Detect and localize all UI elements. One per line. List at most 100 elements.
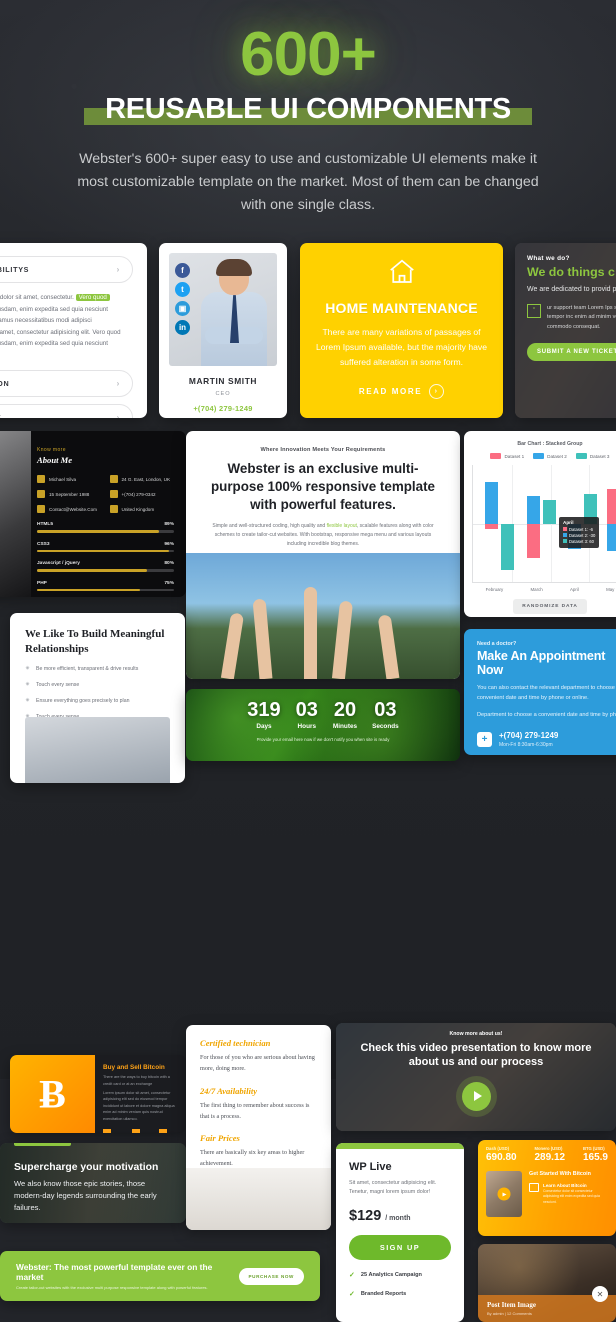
accordion-item-value[interactable]: 03 VALUE › [0, 403, 133, 419]
post-title: Post Item Image [487, 1301, 536, 1310]
adventure-text: We also know those epic stories, those m… [14, 1179, 157, 1212]
skill-value: 96% [164, 541, 174, 547]
about-info-text: Contact@Website.Com [49, 506, 97, 512]
pricing-card: WP Live Sit amet, consectetur adipisicin… [336, 1143, 464, 1322]
countdown-value: 03 [374, 699, 397, 722]
legend-item: Dataset 1 [490, 453, 524, 460]
team-member-card: f t ▣ in MARTIN SMITH CEO +(704) 279-124… [159, 243, 287, 419]
accordion-item-mission[interactable]: 02 MISSION › [0, 369, 133, 397]
instagram-icon[interactable]: ▣ [175, 301, 190, 317]
pricing-plan-name: WP Live [349, 1161, 392, 1174]
crypto-video-thumb[interactable] [486, 1171, 523, 1218]
countdown-unit: 03 Seconds [372, 700, 399, 730]
close-icon[interactable]: ✕ [592, 1286, 608, 1303]
twitter-icon[interactable]: t [175, 282, 190, 298]
support-small-text: ur support team Lorem Ips sed do eiusmod… [547, 304, 616, 330]
appointment-phone[interactable]: +(704) 279-1249 [499, 731, 558, 740]
feature-title: 24/7 Availability [200, 1085, 258, 1096]
linkedin-icon[interactable]: in [175, 320, 190, 336]
countdown-unit: 20 Minutes [333, 700, 357, 730]
accordion-label: 03 VALUE [0, 413, 1, 418]
page-title: REUSABLE UI COMPONENTS [105, 93, 511, 126]
pricing-feature: ✓ Branded Reports [349, 1290, 451, 1298]
pricing-amount: $129 / month [349, 1208, 451, 1224]
submit-ticket-button[interactable]: SUBMIT A NEW TICKET [527, 343, 616, 362]
skill-value: 89% [164, 522, 174, 528]
chart-x-axis: February March April May [472, 587, 616, 592]
ticker-label: Monero (USD) [534, 1146, 563, 1152]
list-item: ✷ Be more efficient, transparent & drive … [25, 665, 170, 673]
about-info-item: Contact@Website.Com [37, 505, 102, 514]
facebook-icon[interactable]: f [175, 263, 190, 279]
about-info-item: 15 September 1988 [37, 490, 102, 499]
about-heading: About Me [37, 455, 73, 466]
about-info-item: +(704) 279-0342 [109, 490, 175, 499]
play-icon[interactable] [497, 1187, 511, 1201]
bitcoin-heading-a: Buy and Sell [103, 1064, 144, 1072]
service-text: There are many variations of passages of… [316, 327, 488, 368]
countdown-label: Days [256, 723, 272, 731]
legend-item: Dataset 3 [575, 453, 610, 460]
skill-bar: Javascript / jQuery 80% [37, 561, 174, 572]
tooltip-row: Dataset 2: -30 [569, 532, 596, 538]
pricing-description: Sit amet, consectetur adipisicing elit. … [349, 1180, 437, 1196]
phone-icon [109, 490, 118, 499]
bitcoin-heading-b: Bitcoin [143, 1064, 165, 1072]
feature-text: There are basically six key areas to hig… [200, 1149, 305, 1168]
ticker-value: 690.80 [486, 1152, 517, 1164]
promo-banner: Webster: The most powerful template ever… [0, 1251, 320, 1302]
accordion-body-lead: Adipisicing elit dolor sit amet, consect… [0, 294, 74, 302]
skill-label: CSS3 [37, 541, 50, 547]
pricing-feature: ✓ 25 Analytics Campaign [349, 1271, 451, 1279]
tooltip-title: April [563, 520, 574, 526]
x-tick-label: April [569, 587, 579, 593]
appointment-heading: Make An Appointment Now [477, 649, 606, 678]
play-icon[interactable] [461, 1081, 491, 1111]
ticker-label: BTG (USD) [582, 1146, 605, 1152]
randomize-data-button[interactable]: RANDOMIZE DATA [513, 599, 587, 615]
skill-bar: HTML5 89% [37, 522, 174, 533]
sign-up-button[interactable]: SIGN UP [349, 1235, 451, 1261]
relationships-card: We Like To Build Meaningful Relationship… [10, 613, 185, 784]
home-icon [389, 259, 414, 283]
service-title: HOME MAINTENANCE [325, 300, 478, 317]
countdown-note: Provide your email here now if we don't … [256, 737, 390, 743]
skill-bar: PHP 75% [37, 581, 174, 592]
countdown-value: 319 [247, 699, 281, 722]
accordion-item-capabilitys[interactable]: 01 CAPABILITYS › [0, 256, 133, 284]
post-item-card: ✕ Post Item Image By admin | 12 Comments [478, 1244, 616, 1322]
bitcoin-stat: 525Transactions Per Hour [131, 1129, 152, 1134]
accordion-body-highlight: Vero quod [75, 294, 110, 302]
chart-plot-area: April Dataset 1: -6 Dataset 2: -30 Datas… [472, 465, 616, 584]
bar-chart-card: Bar Chart : Stacked Group Dataset 1 Data… [464, 431, 616, 618]
bitcoin-stat: 2352Transactions in last 24h [103, 1129, 125, 1134]
chevron-right-icon: › [116, 265, 120, 275]
countdown-unit: 03 Hours [296, 700, 318, 730]
team-member-phone[interactable]: +(704) 279-1249 [169, 404, 277, 413]
chevron-right-icon: › [116, 378, 120, 388]
team-member-name: MARTIN SMITH [188, 376, 258, 387]
book-icon [131, 1129, 140, 1134]
about-portrait [0, 431, 31, 598]
ticker: BTG (USD) 165.9 [583, 1146, 608, 1163]
arrow-right-icon: › [429, 384, 445, 400]
support-detail-row: “ ur support team Lorem Ips sed do eiusm… [527, 303, 616, 333]
ticker-value: 165.9 [582, 1152, 608, 1164]
banner-purchase-button[interactable]: PURCHASE NOW [238, 1267, 304, 1285]
globe-icon [109, 505, 118, 514]
read-more-button[interactable]: READ MORE › [316, 384, 487, 400]
pricing-period: / month [385, 1215, 411, 1223]
check-icon: ✓ [349, 1272, 355, 1280]
about-me-card: Know more About Me Michael Silva 24 G. E… [0, 431, 186, 598]
feature-title: Certified technician [200, 1038, 271, 1049]
appointment-card: Need a doctor? Make An Appointment Now Y… [464, 629, 616, 756]
read-more-label: READ MORE [358, 387, 423, 397]
asterisk-icon: ✷ [25, 698, 31, 705]
asterisk-icon: ✷ [25, 682, 31, 689]
bitcoin-paragraph: Lorem ipsum dolor sit amet, consectetur … [103, 1091, 175, 1121]
accordion-label: 01 CAPABILITYS [0, 265, 30, 275]
skill-label: Javascript / jQuery [37, 561, 80, 567]
bitcoin-stat: 4909Largest Transactions [158, 1129, 178, 1134]
x-tick-label: March [530, 587, 543, 593]
tooltip-row: Dataset 3: 60 [569, 538, 594, 544]
